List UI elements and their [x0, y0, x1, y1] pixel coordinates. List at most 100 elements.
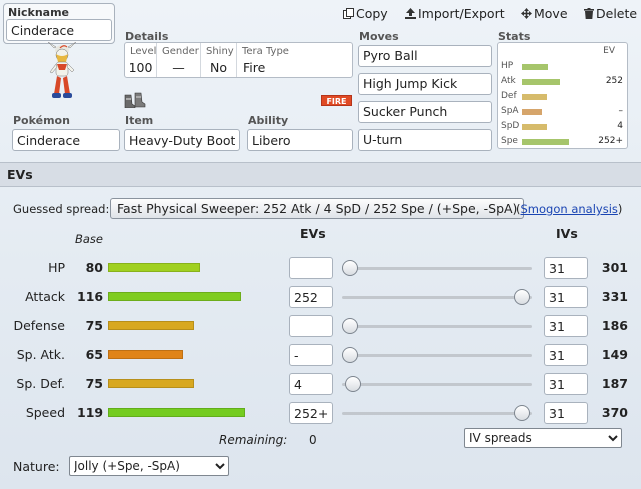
nickname-group: Nickname: [3, 3, 115, 44]
stats-summary-bar: [522, 139, 569, 145]
stats-summary-bar: [522, 109, 542, 115]
ivs-header: IVs: [556, 226, 578, 241]
import-export-label: Import/Export: [418, 6, 505, 21]
move-3-input[interactable]: Sucker Punch: [358, 101, 492, 123]
base-stat-bar: [108, 408, 245, 417]
item-label: Item: [125, 114, 154, 127]
moves-label: Moves: [359, 30, 399, 43]
iv-input[interactable]: [544, 286, 588, 308]
evs-header: EVs: [300, 226, 326, 241]
stats-summary-bar: [522, 94, 547, 100]
ev-slider-track[interactable]: [342, 296, 532, 299]
base-stat-value: 65: [85, 347, 103, 362]
stats-summary-stat-name: SpA: [501, 106, 519, 116]
paren-close: ): [617, 202, 623, 216]
details-group[interactable]: Level 100 Gender — Shiny No Tera Type Fi…: [124, 42, 353, 78]
item-icon: [124, 92, 146, 108]
nickname-input[interactable]: [6, 19, 112, 41]
move-label: Move: [534, 6, 568, 21]
base-stat-value: 116: [77, 289, 104, 304]
ev-slider-thumb[interactable]: [342, 318, 358, 334]
ev-slider-track[interactable]: [342, 354, 532, 357]
stats-summary-ev-value: 252: [605, 76, 623, 86]
ev-slider-thumb[interactable]: [342, 347, 358, 363]
stats-summary-ev-value: 252+: [598, 136, 623, 146]
ev-input[interactable]: [289, 344, 333, 366]
nickname-label: Nickname: [8, 6, 69, 19]
move-button[interactable]: Move: [521, 6, 568, 21]
iv-input[interactable]: [544, 257, 588, 279]
final-stat-value: 149: [601, 347, 628, 362]
pokemon-input[interactable]: [12, 129, 120, 151]
ev-input[interactable]: [289, 257, 333, 279]
import-export-button[interactable]: Import/Export: [405, 6, 505, 21]
stats-summary-row: Atk 252: [498, 76, 627, 88]
ev-slider-track[interactable]: [342, 412, 532, 415]
stats-summary-bar: [522, 64, 548, 70]
final-stat-value: 187: [601, 376, 628, 391]
ev-slider-thumb[interactable]: [345, 376, 361, 392]
iv-input[interactable]: [544, 402, 588, 424]
stats-summary-row: SpD 4: [498, 121, 627, 133]
item-input[interactable]: [124, 129, 240, 151]
stat-row-label: Defense: [13, 318, 65, 333]
iv-input[interactable]: [544, 373, 588, 395]
base-stat-value: 75: [85, 318, 103, 333]
ev-input[interactable]: [289, 286, 333, 308]
tera-field: Tera Type Fire: [237, 43, 352, 77]
tera-value: Fire: [243, 60, 266, 75]
ev-input[interactable]: [289, 315, 333, 337]
nature-label: Nature:: [13, 459, 60, 474]
level-field: Level 100: [125, 43, 157, 77]
stats-summary-row: Def: [498, 91, 627, 103]
ability-input[interactable]: [247, 129, 353, 151]
ev-input[interactable]: [289, 402, 333, 424]
shiny-value: No: [210, 60, 227, 75]
ev-slider-thumb[interactable]: [342, 260, 358, 276]
base-header: Base: [75, 232, 104, 246]
final-stat-value: 331: [601, 289, 628, 304]
iv-input[interactable]: [544, 315, 588, 337]
shiny-label: Shiny: [206, 46, 234, 57]
ev-slider-track[interactable]: [342, 383, 532, 386]
stats-summary-bar: [522, 124, 547, 130]
stats-summary-row: Spe 252+: [498, 136, 627, 148]
iv-spreads-select[interactable]: IV spreads: [464, 428, 622, 448]
final-stat-value: 301: [601, 260, 628, 275]
base-stat-value: 119: [77, 405, 104, 420]
final-stat-value: 186: [601, 318, 628, 333]
smogon-analysis-link[interactable]: Smogon analysis: [521, 202, 618, 216]
stat-row-label: Attack: [25, 289, 65, 304]
stats-summary-stat-name: Def: [501, 91, 517, 101]
gender-field: Gender —: [157, 43, 201, 77]
stats-summary-bar: [522, 79, 560, 85]
delete-button[interactable]: Delete: [584, 6, 637, 21]
base-stat-value: 75: [85, 376, 103, 391]
base-stat-bar: [108, 379, 194, 388]
ev-slider-track[interactable]: [342, 325, 532, 328]
gender-label: Gender: [162, 46, 199, 57]
stat-row-label: Sp. Atk.: [16, 347, 65, 362]
tera-label: Tera Type: [242, 46, 289, 57]
gender-value: —: [172, 60, 185, 75]
stats-summary-button[interactable]: EV HP Atk 252 Def SpA – SpD 4 Spe 252+: [497, 42, 628, 149]
level-label: Level: [130, 46, 157, 57]
move-4-input[interactable]: U-turn: [358, 129, 492, 151]
move-1-input[interactable]: Pyro Ball: [358, 45, 492, 67]
ev-slider-thumb[interactable]: [514, 289, 530, 305]
guessed-spread-button[interactable]: Fast Physical Sweeper: 252 Atk / 4 SpD /…: [110, 198, 525, 219]
evs-title: EVs: [7, 167, 33, 182]
iv-input[interactable]: [544, 344, 588, 366]
base-stat-bar: [108, 263, 200, 272]
nature-select[interactable]: Jolly (+Spe, -SpA): [69, 456, 229, 476]
stat-row-label: Sp. Def.: [16, 376, 65, 391]
ev-slider-track[interactable]: [342, 267, 532, 270]
ev-input[interactable]: [289, 373, 333, 395]
copy-button[interactable]: Copy: [343, 6, 388, 21]
stats-summary-ev-value: –: [618, 106, 624, 116]
ability-label: Ability: [248, 114, 289, 127]
move-2-input[interactable]: High Jump Kick: [358, 73, 492, 95]
base-stat-bar: [108, 292, 241, 301]
guessed-spread-label: Guessed spread:: [13, 202, 110, 216]
ev-slider-thumb[interactable]: [514, 405, 530, 421]
